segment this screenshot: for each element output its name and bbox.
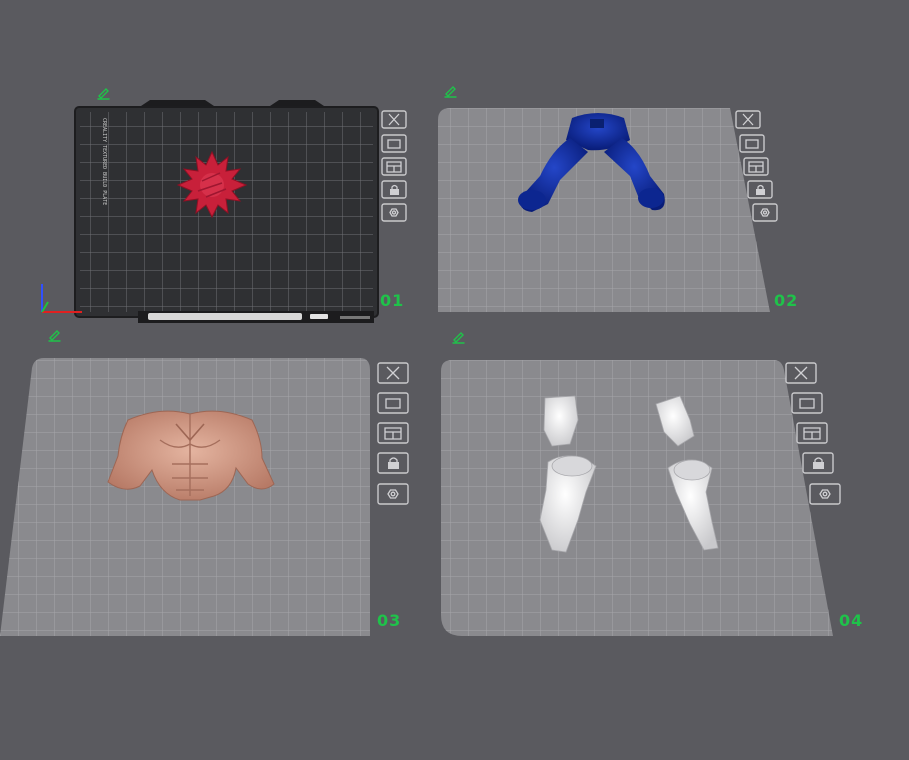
plate-brand-text: CREALITY TEXTURED BUILD PLATE: [101, 118, 107, 205]
edit-plate-name-icon[interactable]: [444, 86, 457, 98]
plate-01[interactable]: CREALITY TEXTURED BUILD PLATE 01: [41, 88, 404, 323]
orient-button[interactable]: [752, 203, 778, 222]
orient-button[interactable]: [381, 203, 407, 222]
plate-settings-icon: [384, 427, 402, 440]
close-plate-button[interactable]: [381, 110, 407, 129]
lock-plate-button[interactable]: [381, 180, 407, 199]
edit-plate-name-icon[interactable]: [97, 88, 110, 100]
plate-settings-button[interactable]: [796, 422, 828, 444]
close-icon: [794, 366, 808, 380]
close-plate-button[interactable]: [735, 110, 761, 129]
lock-plate-button[interactable]: [747, 180, 773, 199]
auto-arrange-icon: [745, 139, 759, 149]
auto-arrange-icon: [799, 398, 815, 409]
close-plate-button[interactable]: [785, 362, 817, 384]
hexagon-nut-icon: [760, 208, 770, 217]
close-plate-button[interactable]: [377, 362, 409, 384]
plate-settings-button[interactable]: [743, 157, 769, 176]
plate-settings-button[interactable]: [381, 157, 407, 176]
plate-number-label: 04: [839, 611, 863, 630]
plates-canvas[interactable]: CREALITY TEXTURED BUILD PLATE 01 02 03 0…: [0, 0, 909, 760]
plate-number-label: 01: [380, 291, 404, 310]
hexagon-nut-icon: [387, 489, 399, 499]
orient-button[interactable]: [809, 483, 841, 505]
close-icon: [388, 113, 400, 126]
hexagon-nut-icon: [819, 489, 831, 499]
plate-settings-icon: [748, 161, 764, 173]
plate-number-label: 03: [377, 611, 401, 630]
auto-arrange-icon: [387, 139, 401, 149]
lock-plate-button[interactable]: [802, 452, 834, 474]
orient-button[interactable]: [377, 483, 409, 505]
plate-02[interactable]: 02: [438, 86, 798, 312]
plate-04[interactable]: 04: [441, 332, 863, 636]
edit-plate-name-icon[interactable]: [48, 330, 61, 342]
lock-icon: [388, 462, 399, 469]
lock-icon: [813, 462, 824, 469]
plate-03[interactable]: 03: [0, 330, 401, 636]
plate-01-toolbar: [381, 110, 407, 222]
close-icon: [742, 113, 754, 126]
auto-arrange-button[interactable]: [739, 134, 765, 153]
lock-icon: [756, 189, 765, 195]
auto-arrange-button[interactable]: [791, 392, 823, 414]
lock-icon: [390, 189, 399, 195]
close-icon: [386, 366, 400, 380]
hexagon-nut-icon: [389, 208, 399, 217]
edit-plate-name-icon[interactable]: [452, 332, 465, 344]
auto-arrange-button[interactable]: [381, 134, 407, 153]
plate-settings-button[interactable]: [377, 422, 409, 444]
lock-plate-button[interactable]: [377, 452, 409, 474]
plate-settings-icon: [803, 427, 821, 440]
plate-03-toolbar: [377, 362, 409, 505]
plate-settings-icon: [386, 161, 402, 173]
auto-arrange-button[interactable]: [377, 392, 409, 414]
plate-number-label: 02: [774, 291, 798, 310]
auto-arrange-icon: [385, 398, 401, 409]
